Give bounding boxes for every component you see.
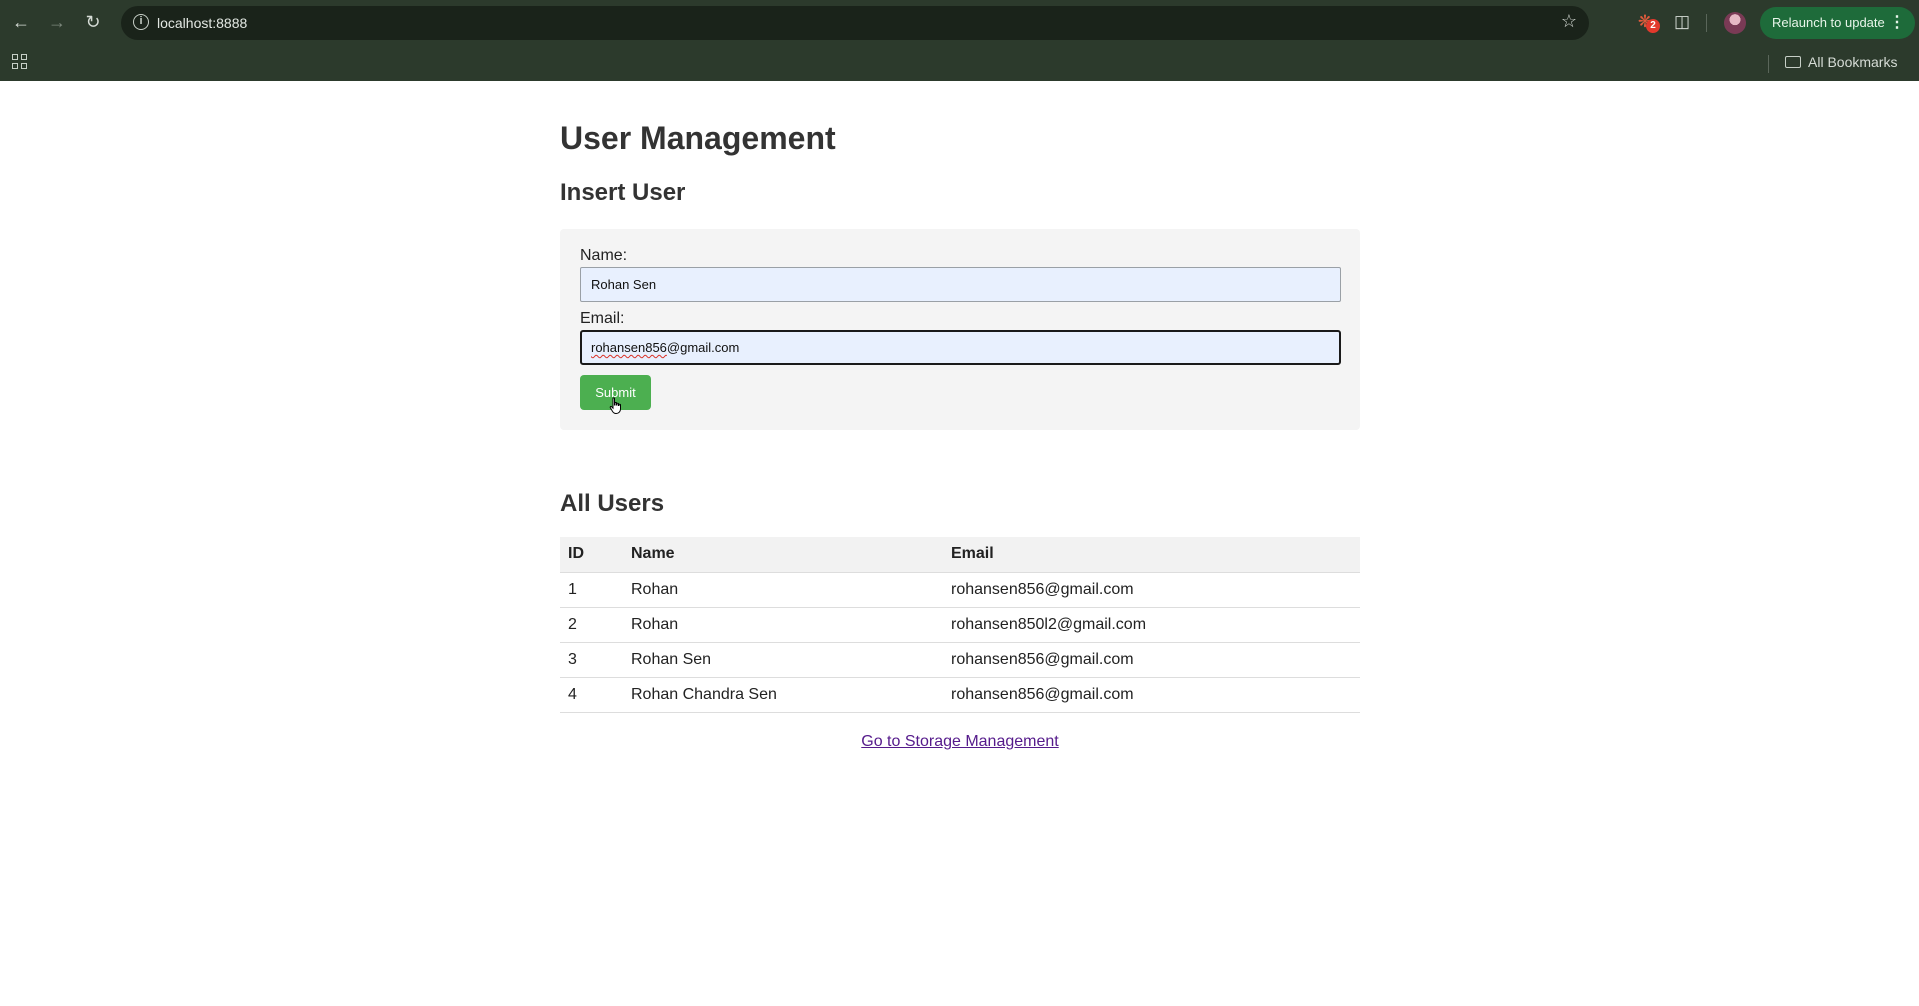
extension-badge: 2	[1646, 19, 1660, 33]
forward-icon[interactable]: →	[46, 11, 68, 33]
all-bookmarks-link[interactable]: All Bookmarks	[1808, 54, 1897, 70]
email-rest-part: @gmail.com	[666, 340, 740, 355]
insert-user-heading: Insert User	[560, 179, 686, 206]
browser-toolbar: ← → ↻ i localhost:8888 ☆ ❋ 2 ◫ Relaunch …	[0, 0, 1919, 46]
cell-email: rohansen850l2@gmail.com	[943, 607, 1360, 643]
address-bar[interactable]: i localhost:8888 ☆	[121, 6, 1589, 40]
header-name: Name	[623, 537, 943, 573]
extension-alert-icon[interactable]: ❋ 2	[1633, 10, 1660, 34]
name-input[interactable]: Rohan Sen	[580, 267, 1341, 302]
email-input[interactable]: rohansen856@gmail.com	[580, 330, 1341, 365]
toolbar-divider	[1706, 14, 1707, 32]
email-label: Email:	[580, 310, 625, 327]
bookmarks-divider	[1768, 55, 1769, 73]
header-email: Email	[943, 537, 1360, 573]
cell-id: 4	[560, 677, 623, 713]
site-info-icon[interactable]: i	[133, 14, 149, 30]
apps-grid-icon[interactable]	[12, 54, 28, 70]
table-row: 3 Rohan Sen rohansen856@gmail.com	[560, 642, 1360, 678]
bookmarks-bar: All Bookmarks	[0, 46, 1919, 81]
hand-cursor-icon	[609, 397, 621, 414]
extensions-puzzle-icon[interactable]: ◫	[1670, 10, 1694, 34]
all-users-heading: All Users	[560, 490, 665, 517]
storage-link-container: Go to Storage Management	[560, 733, 1360, 751]
cell-id: 2	[560, 607, 623, 643]
back-icon[interactable]: ←	[10, 11, 32, 33]
table-header-row: ID Name Email	[560, 537, 1360, 573]
relaunch-button[interactable]: Relaunch to update ⋮	[1760, 7, 1915, 39]
table-row: 2 Rohan rohansen850l2@gmail.com	[560, 607, 1360, 643]
storage-management-link[interactable]: Go to Storage Management	[861, 733, 1058, 750]
url-text[interactable]: localhost:8888	[157, 15, 247, 31]
relaunch-label: Relaunch to update	[1772, 15, 1885, 30]
insert-user-form: Name: Rohan Sen Email: rohansen856@gmail…	[560, 229, 1360, 430]
cell-name: Rohan Sen	[623, 642, 943, 678]
cell-email: rohansen856@gmail.com	[943, 642, 1360, 678]
email-misspelled-part: rohansen856	[591, 340, 667, 355]
table-row: 1 Rohan rohansen856@gmail.com	[560, 572, 1360, 608]
browser-chrome: ← → ↻ i localhost:8888 ☆ ❋ 2 ◫ Relaunch …	[0, 0, 1919, 81]
cell-email: rohansen856@gmail.com	[943, 677, 1360, 713]
name-label: Name:	[580, 247, 628, 264]
cell-name: Rohan	[623, 572, 943, 608]
users-table: ID Name Email 1 Rohan rohansen856@gmail.…	[560, 537, 1360, 713]
cell-email: rohansen856@gmail.com	[943, 572, 1360, 608]
folder-icon	[1785, 56, 1801, 68]
header-id: ID	[560, 537, 623, 573]
cell-id: 3	[560, 642, 623, 678]
page-title: User Management	[560, 120, 836, 156]
cell-id: 1	[560, 572, 623, 608]
profile-avatar[interactable]	[1724, 12, 1746, 34]
cell-name: Rohan Chandra Sen	[623, 677, 943, 713]
table-row: 4 Rohan Chandra Sen rohansen856@gmail.co…	[560, 677, 1360, 713]
reload-icon[interactable]: ↻	[82, 11, 104, 33]
cell-name: Rohan	[623, 607, 943, 643]
menu-kebab-icon: ⋮	[1889, 14, 1905, 31]
bookmark-star-icon[interactable]: ☆	[1561, 11, 1577, 32]
